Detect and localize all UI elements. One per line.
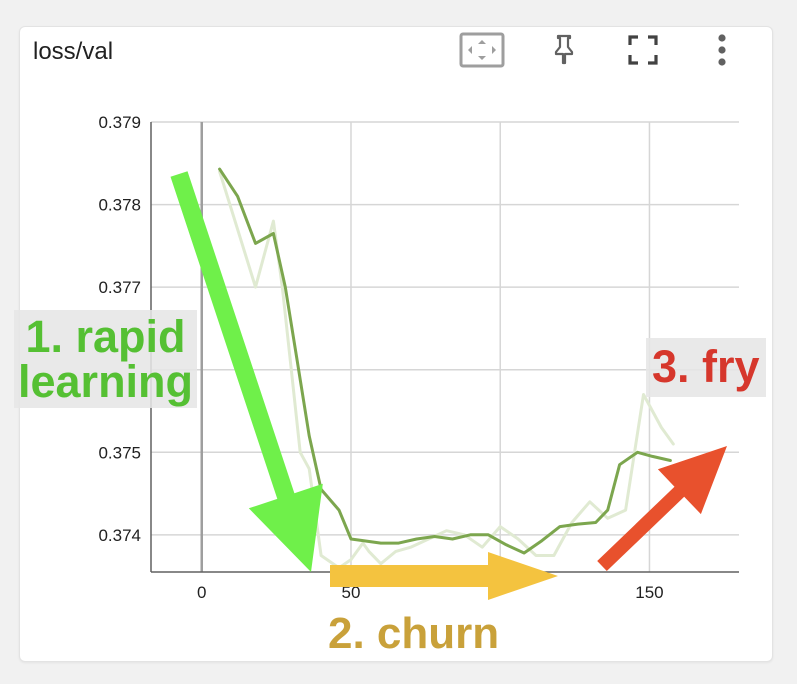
y-tick-label: 0.374 <box>98 526 141 545</box>
x-tick-label: 0 <box>197 583 206 602</box>
x-tick-label: 150 <box>635 583 663 602</box>
annotation-rapid-learning-line2: learning <box>18 356 194 407</box>
y-tick-label: 0.377 <box>98 278 141 297</box>
annotation-fry: 3. fry <box>646 338 766 397</box>
annotation-churn: 2. churn <box>328 609 500 658</box>
y-tick-label: 0.378 <box>98 196 141 215</box>
arrow-fry <box>597 446 727 571</box>
annotation-rapid-learning: 1. rapid learning <box>14 310 198 408</box>
y-tick-label: 0.375 <box>98 443 141 462</box>
y-tick-label: 0.379 <box>98 113 141 132</box>
annotation-rapid-learning-line1: 1. rapid <box>25 311 186 362</box>
arrow-churn <box>330 552 558 600</box>
